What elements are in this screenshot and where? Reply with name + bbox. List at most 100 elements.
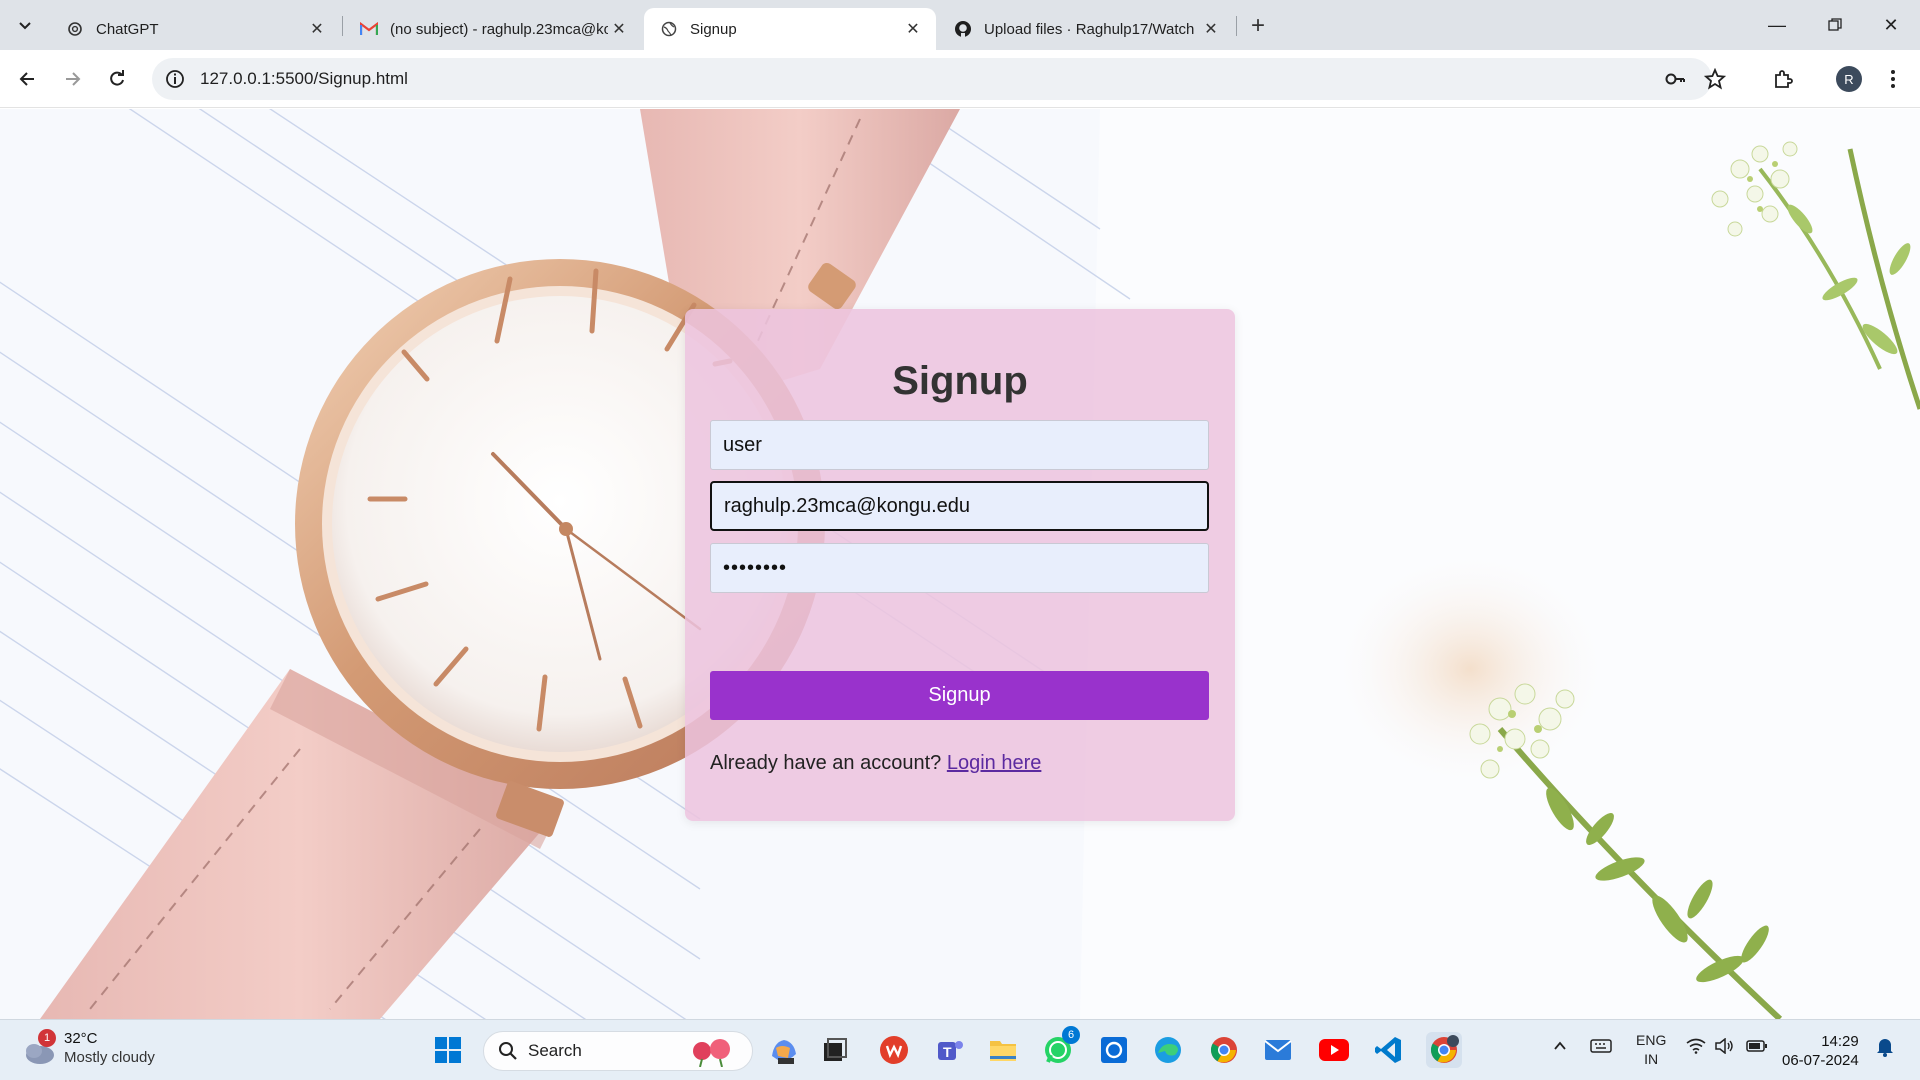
plus-icon: +: [1250, 12, 1265, 39]
tab-strip: ChatGPT ✕ (no subject) - raghulp.23mca@k…: [0, 0, 1920, 50]
taskbar-mail[interactable]: [1260, 1032, 1296, 1068]
username-input[interactable]: [710, 420, 1209, 470]
whatsapp-badge: 6: [1062, 1026, 1080, 1044]
tab-title: Upload files · Raghulp17/Watch: [984, 20, 1195, 38]
taskbar-teams[interactable]: T: [932, 1032, 968, 1068]
kebab-menu-icon: [1891, 70, 1895, 88]
taskbar-task-view[interactable]: [817, 1032, 853, 1068]
copilot-icon: [772, 1040, 796, 1064]
url-text: 127.0.0.1:5500/Signup.html: [200, 69, 408, 88]
wps-office-icon: [880, 1036, 908, 1064]
taskbar-file-explorer[interactable]: [985, 1032, 1021, 1068]
restore-button[interactable]: [1806, 0, 1864, 50]
tab-gmail[interactable]: (no subject) - raghulp.23mca@kongu.edu ✕: [344, 8, 642, 50]
close-window-button[interactable]: ✕: [1862, 0, 1920, 50]
language-indicator[interactable]: ENG IN: [1636, 1031, 1666, 1069]
tab-github[interactable]: Upload files · Raghulp17/Watch ✕: [938, 8, 1234, 50]
password-key-icon[interactable]: [1664, 68, 1686, 90]
tab-signup[interactable]: Signup ✕: [644, 8, 936, 50]
taskbar-chrome-profile[interactable]: [1426, 1032, 1462, 1068]
chrome-icon: [1210, 1037, 1237, 1063]
signup-heading: Signup: [892, 359, 1028, 403]
chevron-up-icon: [1554, 1041, 1566, 1050]
github-icon: [954, 20, 972, 38]
cloud-icon: 1: [22, 1029, 56, 1065]
forward-button[interactable]: [54, 61, 90, 97]
tab-divider: [342, 16, 343, 36]
teams-icon: T: [938, 1041, 963, 1060]
taskbar-chrome[interactable]: [1206, 1032, 1242, 1068]
taskbar-vscode[interactable]: [1370, 1032, 1406, 1068]
site-info-icon[interactable]: [164, 68, 186, 90]
wifi-status[interactable]: [1686, 1038, 1706, 1057]
vscode-icon: [1375, 1037, 1401, 1063]
address-bar[interactable]: 127.0.0.1:5500/Signup.html: [152, 58, 1726, 100]
taskbar-youtube[interactable]: [1316, 1032, 1352, 1068]
chatgpt-icon: [66, 20, 84, 38]
task-view-icon: [824, 1038, 847, 1061]
taskbar-whatsapp[interactable]: 6: [1040, 1026, 1080, 1068]
weather-alert-badge: 1: [38, 1029, 56, 1047]
gmail-icon: [360, 20, 378, 38]
back-button[interactable]: [10, 61, 46, 97]
new-tab-button[interactable]: +: [1244, 12, 1272, 40]
minimize-icon: —: [1768, 14, 1786, 35]
taskbar-search[interactable]: Search: [483, 1031, 753, 1071]
edge-icon: [1155, 1037, 1181, 1063]
tab-title: Signup: [690, 20, 737, 38]
email-input[interactable]: [710, 481, 1209, 531]
windows-logo-icon: [435, 1037, 461, 1063]
show-hidden-icons[interactable]: [1552, 1038, 1568, 1057]
volume-status[interactable]: [1714, 1037, 1734, 1057]
login-link[interactable]: Login here: [947, 752, 1042, 774]
svg-text:T: T: [943, 1044, 952, 1060]
close-icon[interactable]: ✕: [306, 18, 328, 40]
folder-icon: [990, 1041, 1016, 1061]
touch-keyboard[interactable]: [1590, 1038, 1612, 1057]
weather-widget[interactable]: 1 32°C Mostly cloudy: [22, 1029, 155, 1067]
close-icon[interactable]: ✕: [608, 18, 630, 40]
taskbar-clock[interactable]: 14:29 06-07-2024: [1782, 1032, 1859, 1070]
roses-icon: [693, 1039, 730, 1067]
puzzle-icon: [1775, 70, 1793, 88]
taskbar-copilot[interactable]: [766, 1032, 802, 1068]
tab-title: (no subject) - raghulp.23mca@kongu.edu: [390, 20, 608, 38]
clock-date: 06-07-2024: [1782, 1052, 1859, 1069]
restore-icon: [1828, 18, 1842, 31]
tab-divider: [1236, 16, 1237, 36]
menu-button[interactable]: [1878, 64, 1908, 94]
arrow-left-icon: [19, 72, 34, 86]
start-button[interactable]: [430, 1032, 466, 1068]
taskbar-wps[interactable]: [876, 1032, 912, 1068]
clock-time: 14:29: [1821, 1033, 1859, 1050]
notifications-button[interactable]: [1876, 1037, 1894, 1060]
close-icon[interactable]: ✕: [1200, 18, 1222, 40]
weather-temp: 32°C: [64, 1030, 98, 1047]
chrome-profile-icon: [1430, 1035, 1459, 1063]
arrow-right-icon: [66, 72, 81, 86]
login-prompt: Already have an account? Login here: [710, 752, 1041, 775]
minimize-button[interactable]: —: [1748, 0, 1806, 50]
signup-button[interactable]: Signup: [710, 671, 1209, 720]
close-icon: ✕: [1883, 14, 1899, 35]
extensions-button[interactable]: [1768, 64, 1798, 94]
battery-status[interactable]: [1746, 1039, 1768, 1056]
chevron-down-icon: [19, 22, 31, 30]
keyboard-icon: [1590, 1039, 1612, 1053]
close-icon[interactable]: ✕: [902, 18, 924, 40]
reload-button[interactable]: [99, 61, 135, 97]
wifi-icon: [1686, 1038, 1706, 1054]
bookmark-star-icon[interactable]: [1704, 68, 1726, 90]
weather-condition: Mostly cloudy: [64, 1049, 155, 1066]
tab-chatgpt[interactable]: ChatGPT ✕: [50, 8, 340, 50]
password-input[interactable]: [710, 543, 1209, 593]
taskbar-edge[interactable]: [1150, 1032, 1186, 1068]
tab-search-button[interactable]: [8, 8, 42, 42]
language-code: ENG: [1636, 1032, 1667, 1048]
signup-card: Signup Signup Already have an account? L…: [685, 309, 1235, 821]
login-prompt-text: Already have an account?: [710, 752, 942, 774]
taskbar-app-blue[interactable]: [1096, 1032, 1132, 1068]
search-label: Search: [528, 1041, 582, 1060]
mail-icon: [1264, 1040, 1292, 1060]
profile-avatar[interactable]: R: [1836, 66, 1862, 92]
